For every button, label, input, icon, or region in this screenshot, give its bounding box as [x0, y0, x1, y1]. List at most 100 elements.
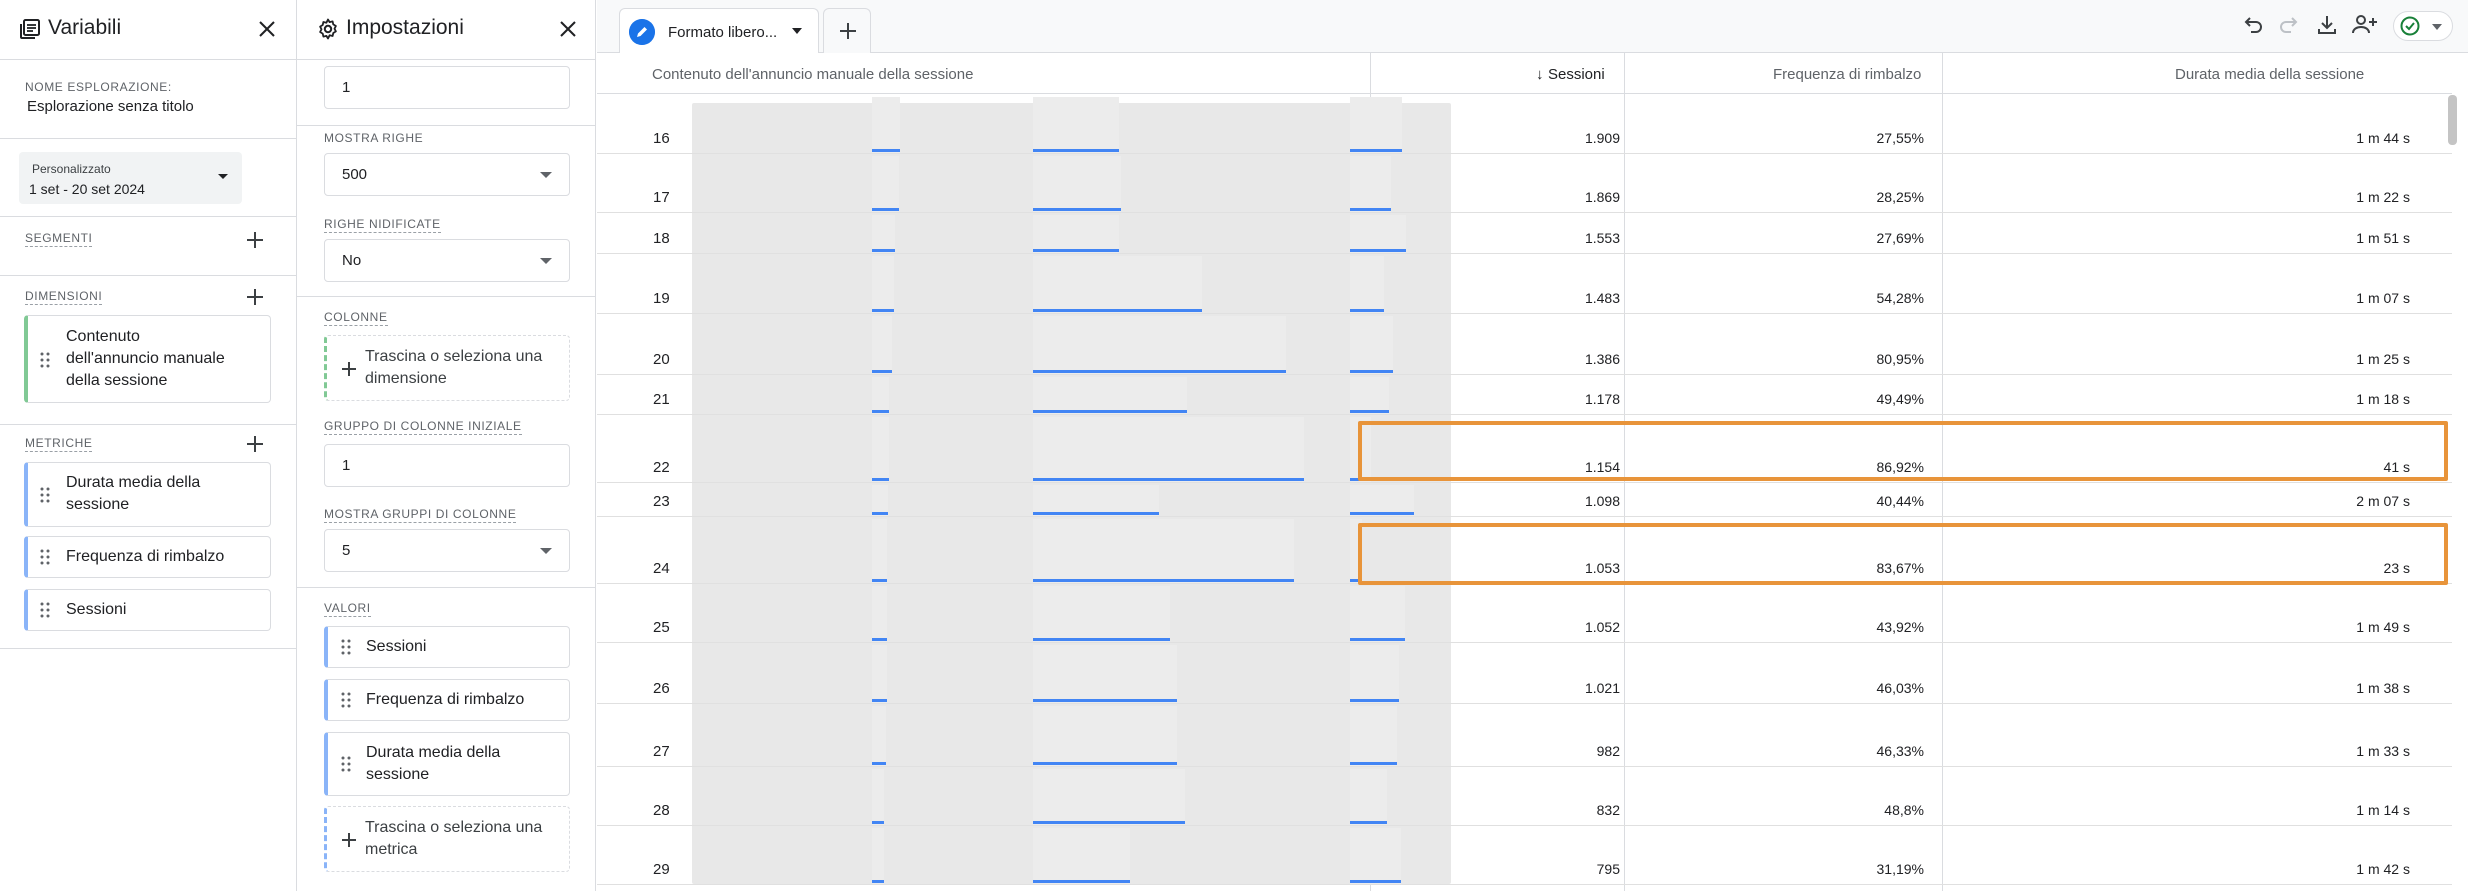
value-chip-avg-session-duration[interactable]: Durata media della sessione [324, 732, 570, 796]
exploration-name-label: NOME ESPLORAZIONE: [25, 80, 172, 94]
add-dimension-plus-icon[interactable] [243, 285, 267, 309]
bounce-rate-bar-bg [1033, 769, 1185, 825]
table-row[interactable]: 27 982 46,33% 1 m 33 s [597, 704, 2452, 767]
sessions-bar [872, 880, 884, 883]
row-index: 24 [653, 560, 670, 577]
sessions-bar [872, 512, 888, 515]
nested-rows-select[interactable]: No [324, 239, 570, 282]
metric-chip-sessions[interactable]: Sessioni [24, 589, 271, 631]
columns-drop-zone[interactable]: Trascina o seleziona una dimensione [324, 335, 570, 401]
value-chip-sessions[interactable]: Sessioni [324, 626, 570, 668]
download-icon[interactable] [2314, 12, 2340, 38]
column-header-avg-duration[interactable]: Durata media della sessione [2175, 66, 2364, 83]
share-user-icon[interactable] [2350, 12, 2380, 38]
value-chip-bounce-rate[interactable]: Frequenza di rimbalzo [324, 679, 570, 721]
table-row[interactable]: 20 1.386 80,95% 1 m 25 s [597, 314, 2452, 375]
table-row[interactable]: 24 1.053 83,67% 23 s [597, 517, 2452, 584]
sessions-value: 1.154 [1584, 459, 1620, 475]
avg-duration-value: 1 m 33 s [2356, 743, 2410, 759]
sessions-value: 1.021 [1584, 680, 1620, 696]
sessions-value: 1.053 [1584, 560, 1620, 576]
segments-label: SEGMENTI [25, 231, 93, 247]
drop-zone-text-line1: Trascina o seleziona una [365, 819, 543, 836]
bounce-rate-bar [1033, 149, 1119, 152]
table-row[interactable]: 21 1.178 49,49% 1 m 18 s [597, 375, 2452, 415]
drag-handle-icon[interactable] [40, 487, 50, 503]
avg-duration-bar-bg [1350, 316, 1393, 374]
bounce-rate-value: 80,95% [1876, 351, 1924, 367]
drag-handle-icon[interactable] [40, 602, 50, 618]
sort-arrow-icon[interactable]: ↓ [1536, 66, 1544, 83]
add-metric-plus-icon[interactable] [243, 432, 267, 456]
metric-chip-avg-session-duration[interactable]: Durata media della sessione [24, 462, 271, 527]
tab-free-form[interactable]: Formato libero... [619, 8, 819, 53]
drag-handle-icon[interactable] [40, 549, 50, 565]
sessions-value: 982 [1596, 743, 1620, 759]
bounce-rate-bar [1033, 370, 1286, 373]
avg-duration-value: 1 m 25 s [2356, 351, 2410, 367]
exploration-name[interactable]: Esplorazione senza titolo [27, 98, 194, 115]
vertical-scrollbar[interactable] [2448, 95, 2457, 145]
redo-icon[interactable] [2277, 12, 2303, 38]
top-value-field[interactable]: 1 [324, 66, 570, 109]
bounce-rate-bar [1033, 249, 1119, 252]
divider [297, 296, 596, 297]
sessions-value: 832 [1596, 802, 1620, 818]
bounce-rate-bar-bg [1033, 828, 1130, 884]
table-row[interactable]: 29 795 31,19% 1 m 42 s [597, 826, 2452, 885]
drop-zone-text-line2: metrica [365, 841, 418, 858]
row-index: 26 [653, 680, 670, 697]
add-segment-plus-icon[interactable] [243, 228, 267, 252]
sessions-bar-bg [872, 316, 892, 374]
column-header-dimension[interactable]: Contenuto dell'annuncio manuale della se… [652, 66, 973, 83]
table-row[interactable]: 22 1.154 86,92% 41 s [597, 415, 2452, 483]
avg-duration-value: 1 m 51 s [2356, 230, 2410, 246]
bounce-rate-value: 83,67% [1876, 560, 1924, 576]
values-drop-zone[interactable]: Trascina o seleziona una metrica [324, 806, 570, 872]
settings-title: Impostazioni [346, 16, 464, 39]
value-label-line2: sessione [366, 766, 430, 783]
bounce-rate-bar [1033, 410, 1187, 413]
dropdown-arrow-icon [540, 548, 552, 554]
date-range-picker[interactable]: Personalizzato 1 set - 20 set 2024 [19, 152, 242, 204]
status-check-button[interactable] [2393, 11, 2453, 41]
avg-duration-bar [1350, 208, 1391, 211]
drag-handle-icon[interactable] [341, 756, 351, 772]
row-index: 22 [653, 459, 670, 476]
bounce-rate-bar-bg [1033, 417, 1304, 482]
metric-chip-bounce-rate[interactable]: Frequenza di rimbalzo [24, 536, 271, 578]
close-icon[interactable] [252, 14, 282, 44]
table-row[interactable]: 23 1.098 40,44% 2 m 07 s [597, 483, 2452, 517]
divider [297, 587, 596, 588]
sessions-bar-bg [872, 519, 887, 583]
row-divider [597, 884, 2452, 885]
close-icon[interactable] [553, 14, 583, 44]
value-label: Frequenza di rimbalzo [366, 691, 525, 708]
show-column-groups-select[interactable]: 5 [324, 529, 570, 572]
avg-duration-bar [1350, 762, 1397, 765]
add-tab-button[interactable] [823, 8, 871, 53]
show-rows-select[interactable]: 500 [324, 153, 570, 196]
column-header-bounce-rate[interactable]: Frequenza di rimbalzo [1773, 66, 1921, 83]
drag-handle-icon[interactable] [341, 692, 351, 708]
table-row[interactable]: 26 1.021 46,03% 1 m 38 s [597, 643, 2452, 704]
table-row[interactable]: 18 1.553 27,69% 1 m 51 s [597, 213, 2452, 254]
table-row[interactable]: 16 1.909 27,55% 1 m 44 s [597, 95, 2452, 154]
row-index: 19 [653, 290, 670, 307]
drag-handle-icon[interactable] [341, 639, 351, 655]
column-header-sessions[interactable]: Sessioni [1548, 66, 1605, 83]
table-row[interactable]: 28 832 48,8% 1 m 14 s [597, 767, 2452, 826]
field-value: 1 [342, 79, 351, 96]
drag-handle-icon[interactable] [40, 352, 50, 368]
avg-duration-bar [1350, 249, 1406, 252]
avg-duration-bar [1350, 821, 1387, 824]
avg-duration-bar-bg [1350, 706, 1397, 766]
tab-dropdown-icon[interactable] [792, 28, 802, 34]
dimension-chip-manual-ad-content[interactable]: Contenuto dell'annuncio manuale della se… [24, 315, 271, 403]
undo-icon[interactable] [2239, 12, 2265, 38]
table-row[interactable]: 25 1.052 43,92% 1 m 49 s [597, 584, 2452, 643]
table-row[interactable]: 17 1.869 28,25% 1 m 22 s [597, 154, 2452, 213]
avg-duration-bar-bg [1350, 97, 1402, 153]
table-row[interactable]: 19 1.483 54,28% 1 m 07 s [597, 254, 2452, 314]
start-column-group-field[interactable]: 1 [324, 444, 570, 487]
